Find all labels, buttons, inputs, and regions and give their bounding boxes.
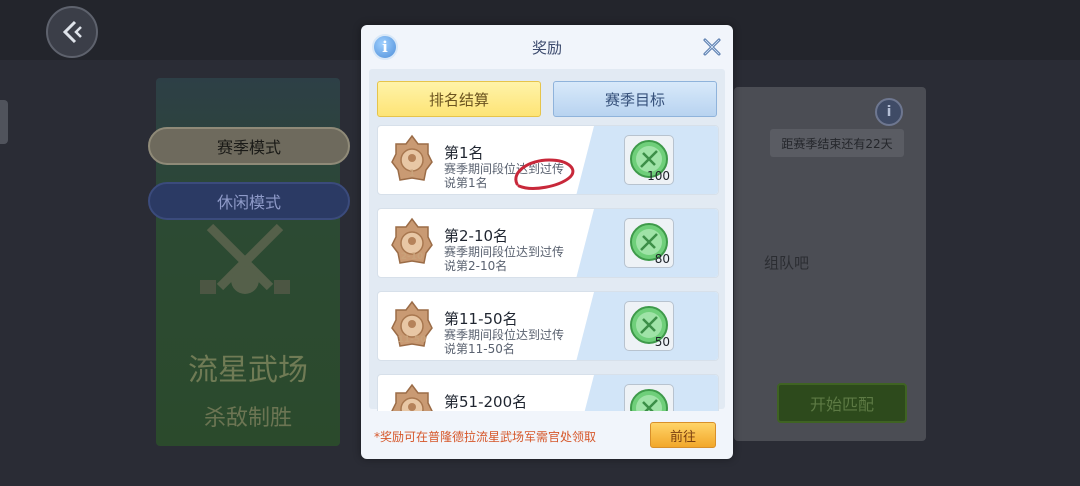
close-icon[interactable]	[702, 37, 722, 57]
rank-medal-icon	[391, 383, 433, 411]
rank-name: 第2-10名	[444, 227, 509, 245]
tab-season-goal[interactable]: 赛季目标	[553, 81, 717, 117]
season-mode-tab[interactable]: 赛季模式	[148, 127, 350, 165]
season-remaining-label: 距赛季结束还有22天	[770, 129, 904, 157]
reward-item[interactable]	[624, 384, 674, 411]
crossed-swords-emblem-icon	[200, 223, 290, 294]
medal-rank-number: 1	[408, 169, 416, 179]
dialog-title: 奖励	[531, 39, 562, 57]
medal-rank-number: 11-50	[397, 335, 427, 345]
reward-item[interactable]: 50	[624, 301, 674, 351]
reward-count: 80	[654, 252, 670, 266]
go-button[interactable]: 前往	[650, 422, 716, 448]
list-item: 2-10 第2-10名 赛季期间段位达到过传说第2-10名 80	[377, 208, 719, 278]
reward-count: 100	[647, 169, 670, 183]
reward-item[interactable]: 100	[624, 135, 674, 185]
rank-name: 第51-200名	[444, 393, 528, 411]
info-icon[interactable]: i	[875, 98, 903, 126]
back-button[interactable]	[46, 6, 98, 58]
start-match-button[interactable]: 开始匹配	[777, 383, 907, 423]
side-drawer-handle[interactable]	[0, 100, 8, 144]
reward-item[interactable]: 80	[624, 218, 674, 268]
reward-list[interactable]: 1 第1名 赛季期间段位达到过传说第1名 100 2-10 第2-10名 赛季期…	[377, 125, 719, 411]
tab-ranking-settlement[interactable]: 排名结算	[377, 81, 541, 117]
rank-name: 第11-50名	[444, 310, 518, 328]
reward-count: 50	[654, 335, 670, 349]
back-arrow-icon	[62, 20, 82, 44]
list-item: 第51-200名	[377, 374, 719, 411]
list-item: 11-50 第11-50名 赛季期间段位达到过传说第11-50名 50	[377, 291, 719, 361]
arena-subtitle: 杀敌制胜	[203, 406, 292, 431]
list-item: 1 第1名 赛季期间段位达到过传说第1名 100	[377, 125, 719, 195]
medal-rank-number: 2-10	[400, 252, 424, 262]
rank-description: 赛季期间段位达到过传说第11-50名	[444, 328, 565, 356]
arena-title: 流星武场	[188, 353, 308, 388]
team-up-text: 组队吧	[764, 254, 810, 272]
rank-description: 赛季期间段位达到过传说第1名	[444, 162, 565, 190]
sword-token-icon	[630, 389, 668, 411]
rank-description: 赛季期间段位达到过传说第2-10名	[444, 245, 565, 273]
rank-name: 第1名	[444, 144, 484, 162]
casual-mode-tab[interactable]: 休闲模式	[148, 182, 350, 220]
